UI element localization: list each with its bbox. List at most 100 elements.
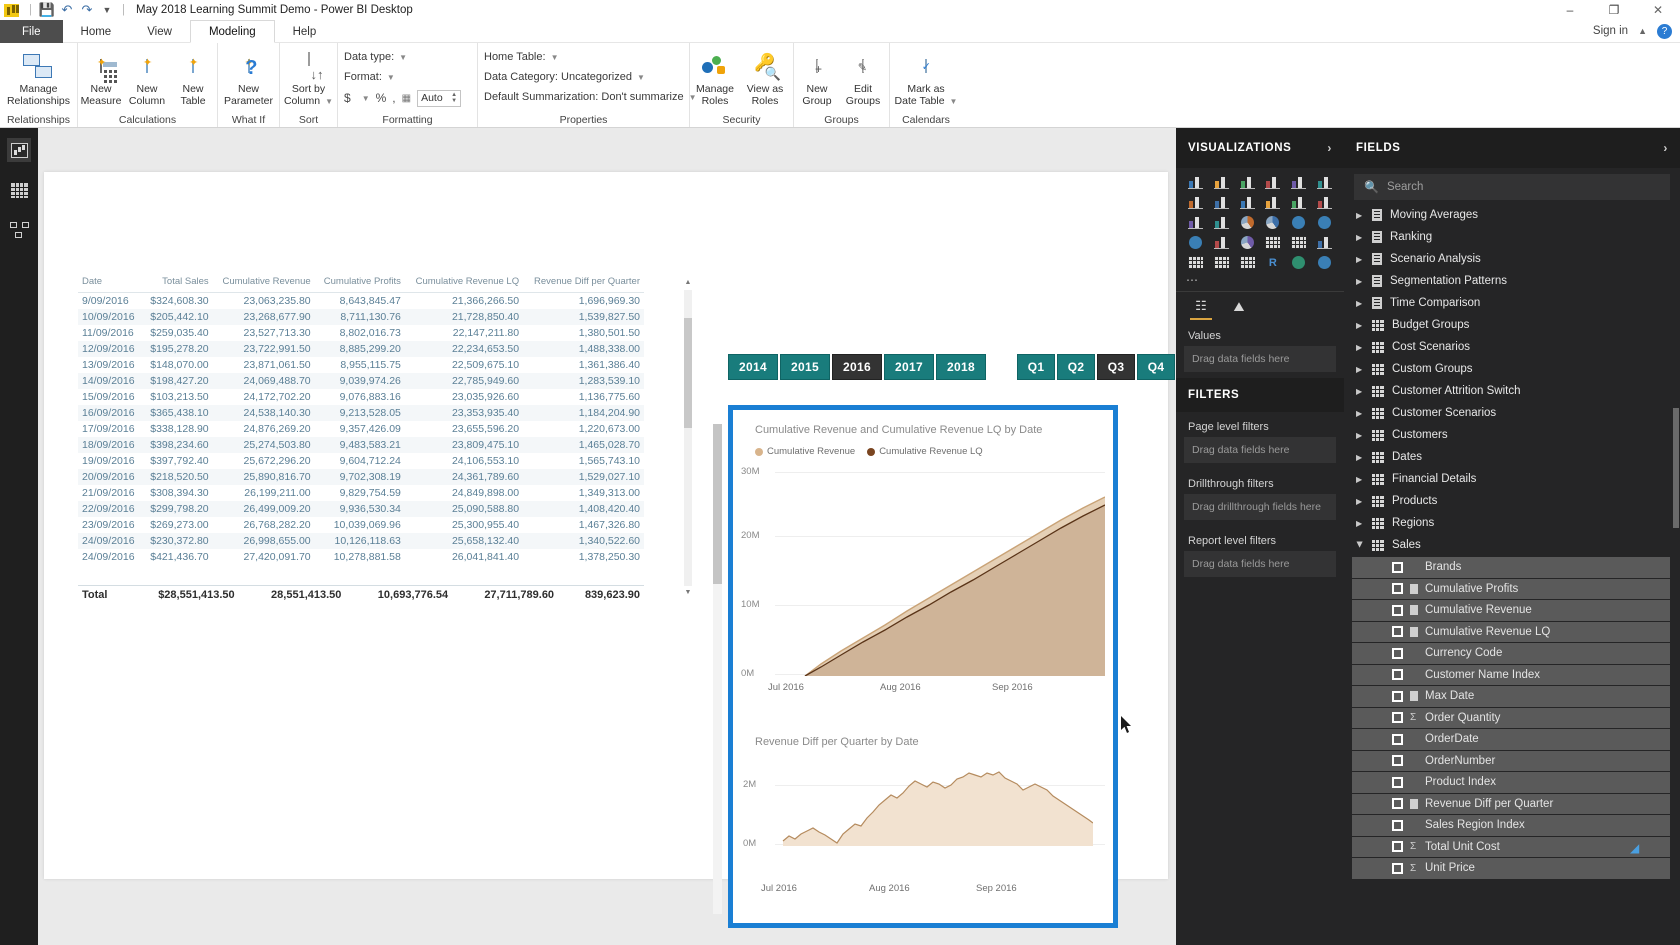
field-checkbox[interactable]	[1392, 841, 1403, 853]
chevron-right-icon[interactable]: ▶	[1356, 277, 1364, 286]
view-as-roles-button[interactable]: 🔑 🔍 View as Roles	[740, 47, 790, 107]
table-row[interactable]: 24/09/2016 $421,436.70 27,420,091.70 10,278…	[78, 549, 644, 565]
table-visual[interactable]: Date Total Sales Cumulative Revenue Cumulat…	[78, 276, 692, 621]
slicer-quarter[interactable]: Q1 Q2 Q3 Q4	[1017, 354, 1175, 380]
funnel-icon[interactable]	[1210, 234, 1233, 251]
chevron-right-icon[interactable]: ▶	[1356, 343, 1364, 352]
field-sales-region-index[interactable]: Sales Region Index	[1352, 815, 1670, 836]
r-script-visual-icon[interactable]: R	[1262, 254, 1285, 271]
home-table-row[interactable]: Home Table: ▼	[478, 47, 689, 67]
chevron-down-icon[interactable]: ▼	[399, 53, 407, 62]
scatter-chart-icon[interactable]	[1210, 214, 1233, 231]
field-checkbox[interactable]	[1392, 776, 1403, 788]
filter-dropzone-drillthrough[interactable]: Drag drillthrough fields here	[1184, 494, 1336, 520]
table-row[interactable]: 23/09/2016 $269,273.00 26,768,282.20 10,039…	[78, 517, 644, 533]
scroll-down-icon[interactable]: ▼	[684, 588, 692, 598]
column-header[interactable]: Cumulative Revenue LQ	[404, 276, 524, 293]
close-button[interactable]: ✕	[1636, 0, 1680, 20]
field-ordernumber[interactable]: OrderNumber	[1352, 750, 1670, 771]
canvas-vertical-scrollbar[interactable]	[713, 424, 722, 914]
matrix-icon[interactable]	[1236, 254, 1259, 271]
chevron-right-icon[interactable]: ▶	[1356, 431, 1364, 440]
data-type-row[interactable]: Data type: ▼	[338, 47, 477, 67]
field-checkbox[interactable]	[1392, 561, 1403, 573]
column-header[interactable]: Cumulative Revenue	[212, 276, 315, 293]
table-vertical-scrollbar[interactable]: ▲ ▼	[684, 279, 692, 596]
fields-table-custom-groups[interactable]: ▶ Custom Groups	[1344, 358, 1680, 380]
table-row[interactable]: 22/09/2016 $299,798.20 26,499,009.20 9,936,…	[78, 501, 644, 517]
field-checkbox[interactable]	[1392, 862, 1403, 874]
table-row[interactable]: 21/09/2016 $308,394.30 26,199,211.00 9,829,…	[78, 485, 644, 501]
fields-table-financial-details[interactable]: ▶ Financial Details	[1344, 468, 1680, 490]
fields-table-time-comparison[interactable]: ▶ Time Comparison	[1344, 292, 1680, 314]
table-row[interactable]: 14/09/2016 $198,427.20 24,069,488.70 9,039,…	[78, 373, 644, 389]
chevron-right-icon[interactable]: ▶	[1356, 233, 1364, 242]
slicer-option-2016[interactable]: 2016	[832, 354, 882, 380]
slicer-option-2015[interactable]: 2015	[780, 354, 830, 380]
chevron-right-icon[interactable]: ▶	[1356, 299, 1364, 308]
fields-pane-scrollbar[interactable]	[1673, 408, 1679, 528]
field-brands[interactable]: Brands	[1352, 557, 1670, 578]
field-checkbox[interactable]	[1392, 583, 1403, 595]
format-row[interactable]: Format: ▼	[338, 67, 477, 87]
slicer-option-q4[interactable]: Q4	[1137, 354, 1175, 380]
table-icon[interactable]	[1210, 254, 1233, 271]
tab-home[interactable]: Home	[63, 20, 130, 43]
slicer-option-q2[interactable]: Q2	[1057, 354, 1095, 380]
percent-format-button[interactable]: %	[376, 91, 387, 105]
python-visual-icon[interactable]	[1287, 254, 1310, 271]
arcgis-map-icon[interactable]	[1313, 254, 1336, 271]
chevron-right-icon[interactable]: ›	[1663, 141, 1668, 155]
tab-file[interactable]: File	[0, 20, 63, 43]
scrollbar-thumb[interactable]	[684, 318, 692, 428]
chevron-right-icon[interactable]: ▶	[1356, 475, 1364, 484]
fields-tab-icon[interactable]: ☷	[1190, 298, 1212, 320]
donut-chart-icon[interactable]	[1262, 214, 1285, 231]
field-checkbox[interactable]	[1392, 626, 1403, 638]
decimal-places-stepper[interactable]: Auto ▲ ▼	[417, 89, 462, 107]
new-table-button[interactable]: ✦ New Table	[170, 47, 216, 107]
pie-chart-icon[interactable]	[1236, 214, 1259, 231]
column-header[interactable]: Date	[78, 276, 143, 293]
scroll-up-icon[interactable]: ▲	[684, 278, 692, 288]
chevron-right-icon[interactable]: ▶	[1356, 497, 1364, 506]
data-view-button[interactable]	[7, 178, 31, 202]
chevron-down-icon[interactable]: ▶	[1356, 541, 1365, 549]
tab-modeling[interactable]: Modeling	[189, 20, 275, 43]
mark-as-date-table-button[interactable]: ✓ Mark as Date Table ▼	[890, 47, 962, 107]
field-cumulative-profits[interactable]: Cumulative Profits	[1352, 578, 1670, 599]
fields-table-dates[interactable]: ▶ Dates	[1344, 446, 1680, 468]
fields-table-budget-groups[interactable]: ▶ Budget Groups	[1344, 314, 1680, 336]
manage-relationships-button[interactable]: Manage Relationships	[0, 47, 77, 107]
data-category-row[interactable]: Data Category: Uncategorized ▼	[478, 67, 689, 87]
field-checkbox[interactable]	[1392, 647, 1403, 659]
table-row[interactable]: 11/09/2016 $259,035.40 23,527,713.30 8,802,…	[78, 325, 644, 341]
field-checkbox[interactable]	[1392, 604, 1403, 616]
field-checkbox[interactable]	[1392, 798, 1403, 810]
sort-by-column-button[interactable]: ↓↑ Sort by Column ▼	[280, 47, 337, 107]
chevron-down-icon[interactable]: ▼	[551, 53, 559, 62]
chevron-down-icon[interactable]: ▼	[637, 73, 645, 82]
line-clustered-column-icon[interactable]	[1287, 194, 1310, 211]
field-order-quantity[interactable]: Σ Order Quantity	[1352, 707, 1670, 728]
table-row[interactable]: 18/09/2016 $398,234.60 25,274,503.80 9,483,…	[78, 437, 644, 453]
filter-dropzone-report[interactable]: Drag data fields here	[1184, 551, 1336, 577]
fields-table-customer-attrition-switch[interactable]: ▶ Customer Attrition Switch	[1344, 380, 1680, 402]
field-max-date[interactable]: Max Date	[1352, 686, 1670, 707]
resize-grip-icon[interactable]: ◢	[1630, 841, 1652, 857]
stacked-area-chart-icon[interactable]	[1236, 194, 1259, 211]
gauge-icon[interactable]	[1236, 234, 1259, 251]
fields-table-ranking[interactable]: ▶ Ranking	[1344, 226, 1680, 248]
stepper-arrows-icon[interactable]: ▲ ▼	[451, 92, 457, 104]
fields-table-scenario-analysis[interactable]: ▶ Scenario Analysis	[1344, 248, 1680, 270]
chevron-down-icon[interactable]: ▼	[387, 73, 395, 82]
minimize-button[interactable]: –	[1548, 0, 1592, 20]
kpi-icon[interactable]	[1313, 234, 1336, 251]
fields-table-moving-averages[interactable]: ▶ Moving Averages	[1344, 204, 1680, 226]
table-row[interactable]: 20/09/2016 $218,520.50 25,890,816.70 9,702,…	[78, 469, 644, 485]
multi-row-card-icon[interactable]	[1287, 234, 1310, 251]
chevron-right-icon[interactable]: ▶	[1356, 387, 1364, 396]
tab-view[interactable]: View	[129, 20, 190, 43]
treemap-icon[interactable]	[1287, 214, 1310, 231]
chevron-right-icon[interactable]: ▶	[1356, 453, 1364, 462]
